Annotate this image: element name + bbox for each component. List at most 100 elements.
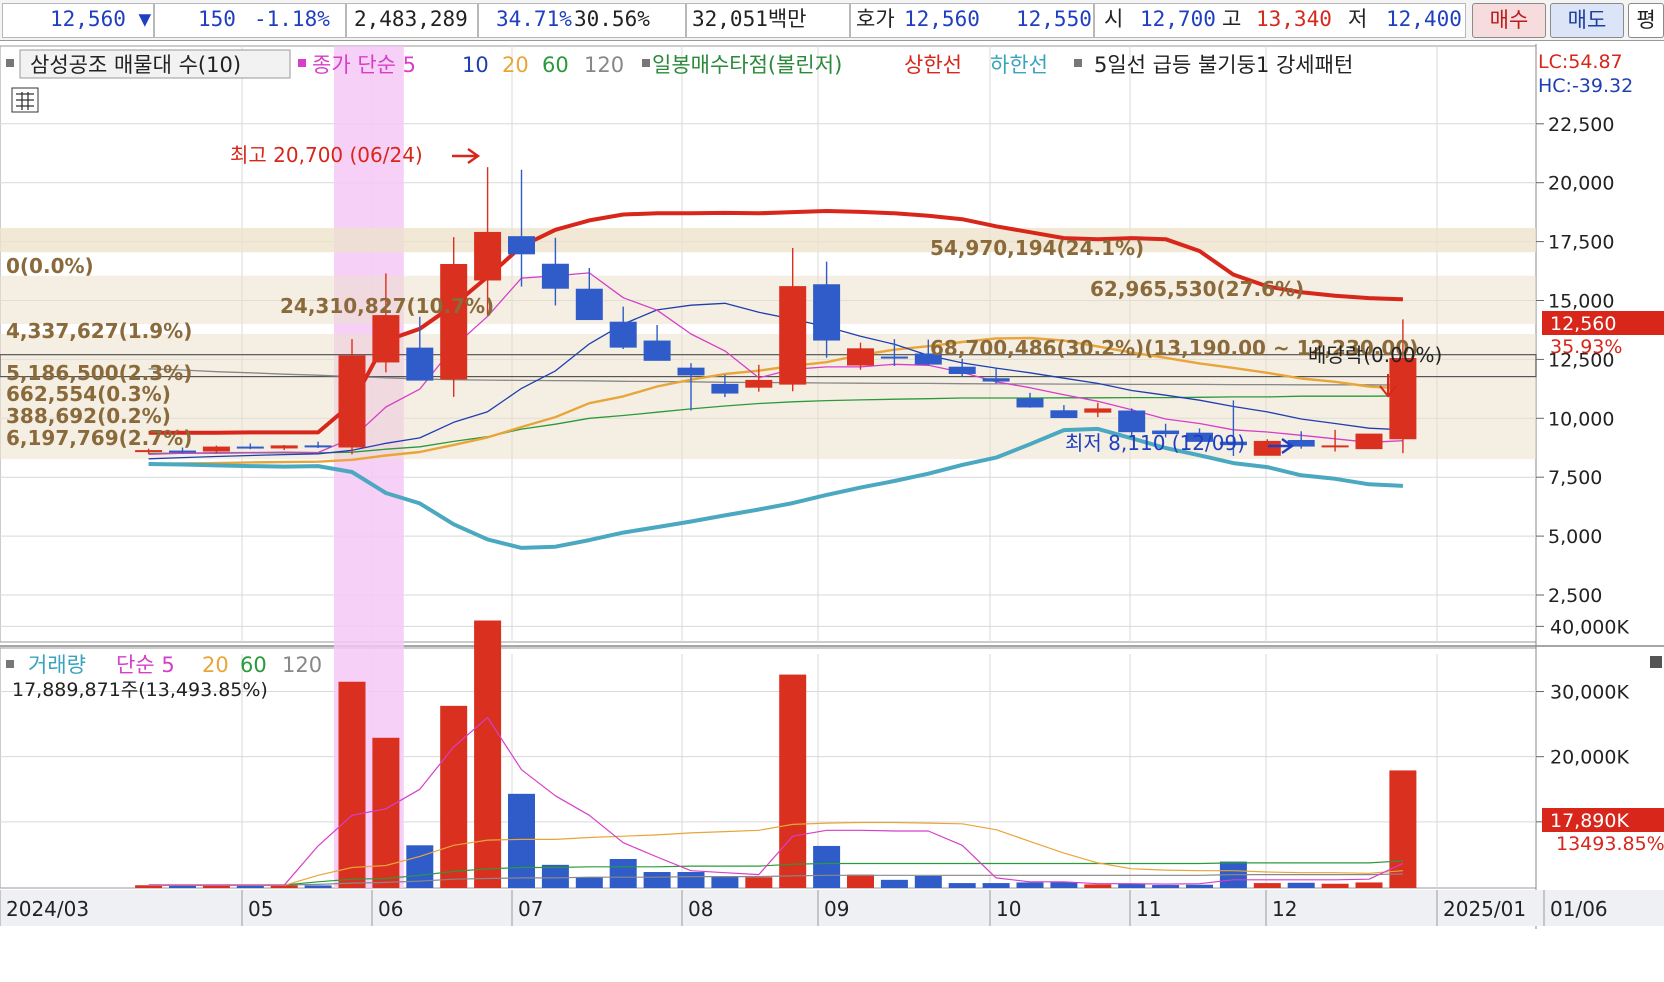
candle-body [745, 379, 773, 388]
volume-ma120-label: 120 [282, 653, 322, 677]
candle-body [677, 367, 705, 376]
volume-tick-label: 40,000K [1550, 616, 1629, 638]
high-annotation: 최고 20,700 (06/24) [230, 143, 423, 167]
volume-bar [1321, 883, 1349, 888]
price-tick-label: 22,500 [1548, 114, 1614, 136]
date-tick-label: 01/06 [1550, 897, 1608, 921]
high-price: 13,340 [1256, 7, 1332, 31]
candle-body [779, 286, 807, 385]
legend-lower: 하한선 [990, 53, 1048, 77]
volume-bar [1389, 770, 1417, 888]
volume-bar [1016, 882, 1044, 888]
buy-button[interactable]: 매수 [1472, 3, 1546, 38]
volume-profile-band [0, 397, 1536, 418]
sell-button[interactable]: 매도 [1550, 3, 1624, 38]
open-label: 시 [1104, 7, 1124, 31]
hc-value: HC:-39.32 [1538, 75, 1633, 97]
volume-profile-label: 4,337,627(1.9%) [6, 319, 192, 343]
volume-bar [440, 705, 468, 888]
legend-title: 삼성공조 매물대 수(10) [30, 53, 241, 77]
ask-price: 12,560 [904, 7, 980, 31]
volume-bar [643, 872, 671, 888]
volume-profile-band [0, 227, 1536, 253]
legend-signal: 일봉매수타점(볼린저) [652, 53, 842, 77]
volume-profile-label: 24,310,827(10.7%) [280, 294, 494, 318]
candle-body [575, 288, 603, 321]
volume-ma20-label: 20 [202, 653, 229, 677]
stock-chart[interactable]: 54,970,194(24.1%) 62,965,530(27.6%) 24,310… [0, 44, 1664, 982]
trade-amount: 32,051백만 [692, 7, 807, 31]
candle-body [1321, 445, 1349, 448]
volume-bar [508, 793, 535, 888]
volume-bar [745, 877, 773, 888]
low-annotation: 최저 8,110 (12/09) [1065, 431, 1245, 455]
date-tick-label: 2025/01 [1443, 897, 1526, 921]
volume-profile-label: 54,970,194(24.1%) [930, 236, 1144, 260]
close-icon[interactable] [1650, 656, 1662, 668]
price-tick-label: 2,500 [1548, 585, 1602, 607]
candle-body [236, 446, 264, 449]
candle-body [609, 321, 637, 348]
candle-body [643, 340, 671, 361]
volume-bar [982, 883, 1010, 888]
volume-bar [304, 885, 332, 888]
candle-body [169, 450, 196, 453]
candle-body [1355, 433, 1383, 450]
candle-body [508, 236, 535, 255]
volume-bar [338, 681, 366, 888]
volume-profile-band [0, 298, 1536, 325]
down-arrow-icon: ▼ [125, 7, 152, 31]
price-tick-label: 10,000 [1548, 408, 1614, 430]
turnover-rate: 34.71% [496, 7, 572, 31]
candle-body [474, 231, 502, 281]
volume-bar [1355, 882, 1383, 888]
volume-tag: 17,890K [1550, 810, 1629, 832]
more-button[interactable]: 평 [1628, 3, 1664, 38]
candle-body [338, 355, 366, 448]
volume-bar [575, 877, 603, 888]
date-tick-label: 07 [518, 897, 543, 921]
trade-volume: 2,483,289 [354, 7, 468, 31]
legend-pattern: 5일선 급등 불기둥1 강세패턴 [1094, 53, 1353, 77]
candle-body [813, 284, 841, 341]
candle-body [135, 450, 163, 453]
price-tick-label: 15,000 [1548, 291, 1614, 313]
candle-body [711, 383, 739, 394]
candle-body [847, 348, 874, 366]
price-tick-label: 20,000 [1548, 173, 1614, 195]
price-change: 150 [198, 7, 236, 31]
low-label: 저 [1348, 7, 1368, 31]
price-tick-label: 17,500 [1548, 232, 1614, 254]
volume-ma5-label: 단순 5 [116, 653, 175, 677]
price-change-pct: -1.18% [254, 7, 330, 31]
date-tick-label: 11 [1136, 897, 1161, 921]
volume-profile-label: 662,554(0.3%) [6, 382, 171, 406]
volume-profile-label: 6,197,769(2.7%) [6, 426, 192, 450]
candle-body [541, 263, 569, 289]
candle-body [406, 347, 434, 381]
current-price: 12,560 ▼ [50, 7, 152, 31]
date-tick-label: 10 [996, 897, 1021, 921]
volume-bar [1084, 884, 1112, 888]
volume-bar [1152, 885, 1180, 888]
volume-bar [779, 674, 807, 888]
legend-ma5: 종가 단순 5 [312, 53, 416, 77]
volume-bar [1050, 882, 1078, 888]
candle-body [372, 315, 400, 363]
volume-bar [1287, 882, 1315, 888]
volume-bar [813, 845, 841, 888]
volume-profile-label: 0(0.0%) [6, 254, 94, 278]
candle-body [880, 356, 908, 359]
candle-body [270, 445, 298, 449]
candle-body [1084, 408, 1112, 413]
candle-body [948, 366, 976, 375]
bid-price: 12,550 [1016, 7, 1092, 31]
date-tick-label: 12 [1272, 897, 1297, 921]
legend-ma60: 60 [542, 53, 569, 77]
high-label: 고 [1222, 7, 1242, 31]
current-price-pct: 35.93% [1550, 336, 1622, 358]
current-price-tag: 12,560 [1550, 313, 1616, 335]
volume-profile-label: 388,692(0.2%) [6, 404, 171, 428]
open-price: 12,700 [1140, 7, 1216, 31]
volume-tick-label: 20,000K [1550, 747, 1629, 769]
